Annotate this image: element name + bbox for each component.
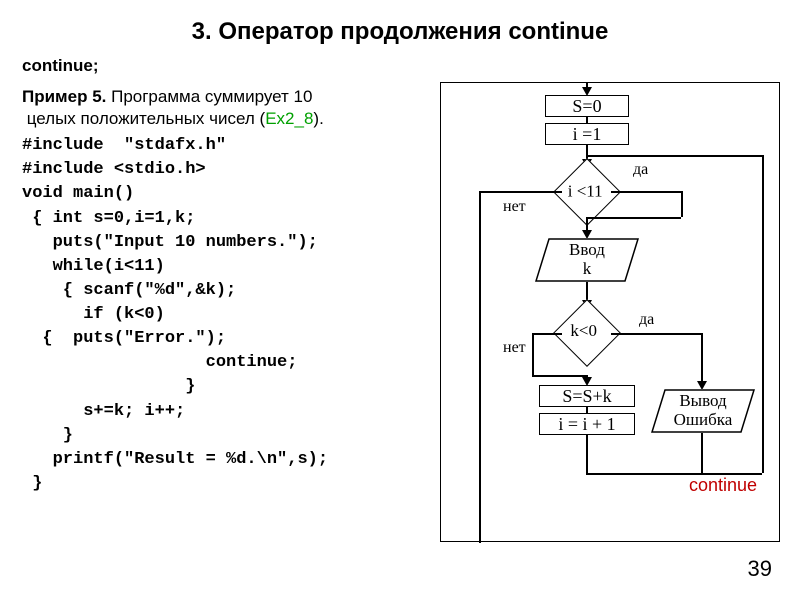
node-input: Вводk	[535, 238, 639, 282]
example-line2a: целых положительных чисел (	[27, 109, 265, 128]
example-ref: Ex2_8	[265, 109, 313, 128]
node-i1: i =1	[545, 123, 629, 145]
label-input: Вводk	[535, 241, 639, 278]
continue-stmt: continue;	[22, 56, 778, 76]
node-s0: S=0	[545, 95, 629, 117]
label-ii1: i = i + 1	[558, 414, 615, 435]
example-label: Пример 5.	[22, 87, 106, 106]
label-cond1: i <11	[568, 182, 603, 202]
node-error: ВыводОшибка	[651, 389, 755, 433]
example-line1: Программа суммирует 10	[106, 87, 312, 106]
example-line2b: ).	[313, 109, 323, 128]
label-no-1: нет	[503, 198, 526, 216]
page-number: 39	[748, 556, 772, 582]
label-continue: continue	[689, 475, 757, 496]
label-yes-2: да	[639, 311, 654, 329]
label-cond2: k<0	[570, 321, 597, 341]
label-s0: S=0	[572, 96, 601, 117]
flowchart: S=0 i =1 i <11 да нет Вводk k<0 нет да	[440, 82, 780, 542]
label-error: ВыводОшибка	[651, 392, 755, 429]
label-no-2: нет	[503, 339, 526, 357]
label-yes-1: да	[633, 161, 648, 179]
slide-title: 3. Оператор продолжения continue	[22, 18, 778, 46]
node-ssk: S=S+k	[539, 385, 635, 407]
label-ssk: S=S+k	[562, 386, 611, 407]
node-ii1: i = i + 1	[539, 413, 635, 435]
label-i1: i =1	[573, 124, 602, 145]
